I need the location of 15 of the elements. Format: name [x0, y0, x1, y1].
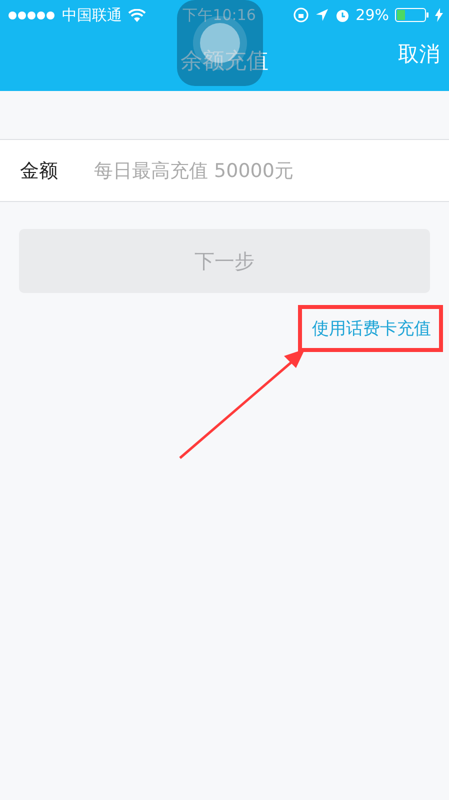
amount-row[interactable]: 金额 每日最高充值 50000元: [0, 139, 449, 202]
amount-label: 金额: [20, 158, 58, 184]
carrier-name: 中国联通: [62, 6, 122, 24]
clock-time: 下午10:16: [182, 6, 256, 24]
signal-icon: [8, 10, 56, 20]
wifi-icon: [128, 8, 146, 22]
charging-icon: [435, 8, 444, 22]
amount-input[interactable]: 每日最高充值 50000元: [92, 158, 429, 182]
alarm-icon: [334, 8, 350, 22]
location-icon: [314, 8, 329, 22]
battery-percent: 29%: [356, 6, 390, 24]
rotation-lock-icon: [292, 7, 309, 23]
card-recharge-link[interactable]: 使用话费卡充值: [312, 319, 431, 339]
battery-icon: [395, 8, 430, 22]
cancel-button[interactable]: 取消: [398, 40, 440, 68]
